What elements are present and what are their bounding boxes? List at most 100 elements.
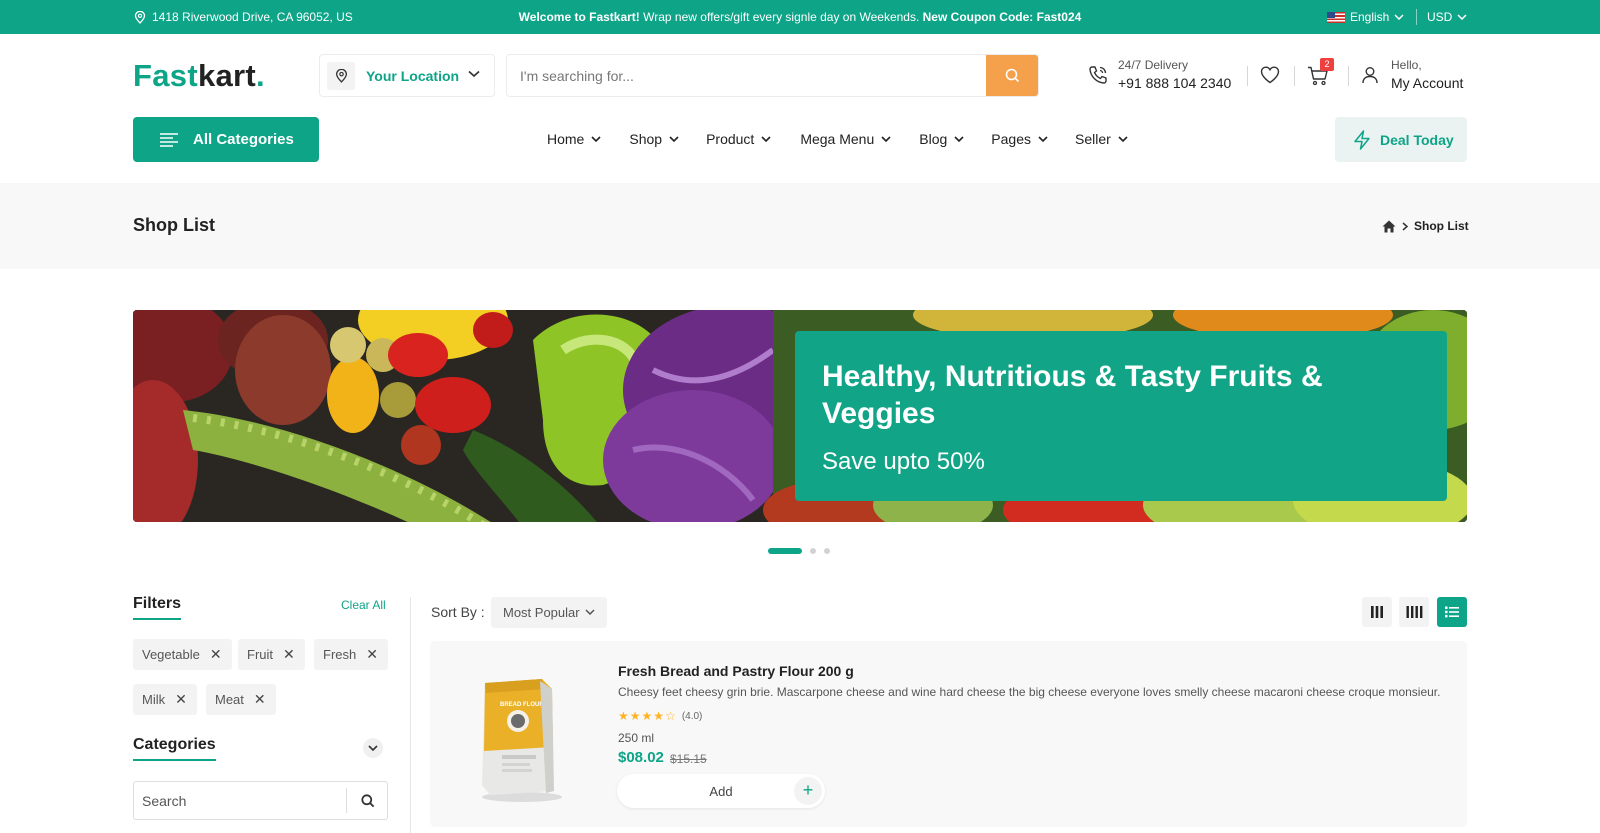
nav-item-shop[interactable]: Shop: [629, 131, 679, 147]
chevron-down-icon: [1457, 14, 1467, 20]
product-description: Cheesy feet cheesy grin brie. Mascarpone…: [618, 685, 1441, 699]
filter-chip-milk: Milk ✕: [133, 684, 197, 715]
chevron-down-icon: [468, 70, 480, 78]
account-label: My Account: [1391, 75, 1464, 91]
carousel-dot[interactable]: [810, 548, 816, 554]
account-menu[interactable]: Hello, My Account: [1361, 58, 1463, 91]
category-search-input[interactable]: [134, 782, 346, 819]
logo-first: Fast: [133, 58, 198, 93]
close-icon[interactable]: ✕: [175, 691, 187, 708]
location-selector[interactable]: Your Location: [319, 54, 495, 97]
sort-value: Most Popular: [503, 605, 580, 620]
main-menu: Home Shop Product Mega Menu Blog Pages Seller: [547, 131, 1128, 147]
clear-all-link[interactable]: Clear All: [341, 598, 386, 612]
delivery-info[interactable]: 24/7 Delivery +91 888 104 2340: [1088, 58, 1231, 91]
nav-item-blog[interactable]: Blog: [919, 131, 964, 147]
promo-subline: Save upto 50%: [822, 448, 985, 475]
location-pin-icon: [327, 61, 355, 90]
nav-item-label: Seller: [1074, 131, 1111, 147]
chevron-down-icon: [585, 609, 595, 615]
chevron-down-icon: [591, 136, 601, 142]
welcome-text: Wrap new offers/gift every signle day on…: [639, 10, 923, 24]
filter-chip-vegetable: Vegetable ✕: [133, 639, 232, 670]
home-icon[interactable]: [1382, 220, 1396, 233]
hero-banner[interactable]: Healthy, Nutritious & Tasty Fruits & Veg…: [133, 310, 1467, 522]
categories-title: Categories: [133, 736, 216, 761]
list-view-button[interactable]: [1437, 597, 1467, 627]
chevron-down-icon: [1394, 14, 1404, 20]
nav-item-label: Blog: [919, 131, 948, 147]
close-icon[interactable]: ✕: [210, 646, 222, 663]
nav-item-label: Product: [706, 131, 755, 147]
grid-3-view-button[interactable]: [1362, 597, 1392, 627]
nav-item-label: Home: [547, 131, 585, 147]
deal-today-button[interactable]: Deal Today: [1335, 117, 1467, 162]
search-button[interactable]: [986, 55, 1038, 96]
star-filled-icon: ★: [618, 709, 629, 723]
nav-item-mega-menu[interactable]: Mega Menu: [800, 131, 891, 147]
rating-count: (4.0): [681, 710, 703, 722]
wishlist-button[interactable]: [1260, 66, 1280, 84]
lightning-icon: [1335, 129, 1380, 150]
close-icon[interactable]: ✕: [254, 691, 266, 708]
all-categories-button[interactable]: All Categories: [133, 117, 319, 162]
grid-4-icon: [1406, 606, 1423, 618]
currency-selector[interactable]: USD: [1427, 10, 1467, 24]
nav-item-label: Pages: [991, 131, 1031, 147]
deal-today-label: Deal Today: [1380, 131, 1454, 148]
chevron-down-icon: [761, 136, 771, 142]
promo-box: Healthy, Nutritious & Tasty Fruits & Veg…: [795, 331, 1447, 501]
search-bar: [506, 54, 1039, 97]
nav-item-seller[interactable]: Seller: [1075, 131, 1128, 147]
divider: [1348, 66, 1349, 86]
star-filled-icon: ★: [641, 709, 653, 723]
filter-chip-meat: Meat ✕: [206, 684, 276, 715]
close-icon[interactable]: ✕: [283, 646, 295, 663]
search-icon: [1005, 68, 1020, 83]
all-categories-label: All Categories: [193, 131, 294, 148]
nav-item-pages[interactable]: Pages: [991, 131, 1048, 147]
nav-item-home[interactable]: Home: [547, 131, 601, 147]
carousel-dot[interactable]: [824, 548, 830, 554]
logo[interactable]: Fastkart.: [133, 58, 265, 94]
filter-chip-label: Milk: [142, 692, 166, 707]
chevron-down-icon: [1118, 136, 1128, 142]
package-label: BREAD FLOUR: [500, 702, 544, 708]
categories-toggle[interactable]: [363, 738, 383, 758]
language-label: English: [1350, 10, 1390, 24]
sort-select[interactable]: Most Popular: [491, 597, 607, 628]
search-input[interactable]: [507, 55, 987, 96]
filter-chip-fresh: Fresh ✕: [314, 639, 388, 670]
product-rating: ★ ★ ★ ★ ☆ (4.0): [618, 709, 702, 723]
sidebar-divider: [410, 597, 411, 833]
promo-headline: Healthy, Nutritious & Tasty Fruits & Veg…: [822, 360, 1323, 430]
carousel-dot[interactable]: [768, 548, 802, 554]
product-card[interactable]: BREAD FLOUR Fresh Bread and Pastry Flour…: [430, 641, 1467, 827]
add-to-cart-button[interactable]: Add +: [617, 774, 825, 808]
grid-4-view-button[interactable]: [1399, 597, 1429, 627]
cart-button[interactable]: 2: [1307, 58, 1334, 86]
plus-icon[interactable]: +: [794, 777, 822, 805]
star-filled-icon: ★: [653, 709, 665, 723]
currency-label: USD: [1427, 10, 1453, 24]
product-old-price: $15.15: [670, 752, 707, 766]
nav-item-label: Shop: [629, 131, 663, 147]
divider: [1294, 66, 1295, 86]
product-name[interactable]: Fresh Bread and Pastry Flour 200 g: [618, 663, 854, 679]
chevron-down-icon: [881, 136, 891, 142]
page-title: Shop List: [133, 215, 215, 235]
chevron-down-icon: [954, 136, 964, 142]
nav-item-product[interactable]: Product: [706, 131, 771, 147]
top-bar: 1418 Riverwood Drive, CA 96052, US Welco…: [0, 0, 1600, 34]
category-search-button[interactable]: [347, 782, 388, 819]
us-flag-icon: [1327, 11, 1345, 23]
divider: [1247, 66, 1248, 86]
filters-title: Filters: [133, 595, 182, 620]
language-selector[interactable]: English: [1327, 10, 1404, 24]
flour-package-image: BREAD FLOUR: [482, 679, 562, 802]
cart-count-badge: 2: [1320, 58, 1334, 71]
close-icon[interactable]: ✕: [366, 646, 378, 663]
account-hello: Hello,: [1391, 58, 1422, 72]
chevron-right-icon: [1402, 221, 1408, 231]
user-icon: [1361, 66, 1379, 84]
